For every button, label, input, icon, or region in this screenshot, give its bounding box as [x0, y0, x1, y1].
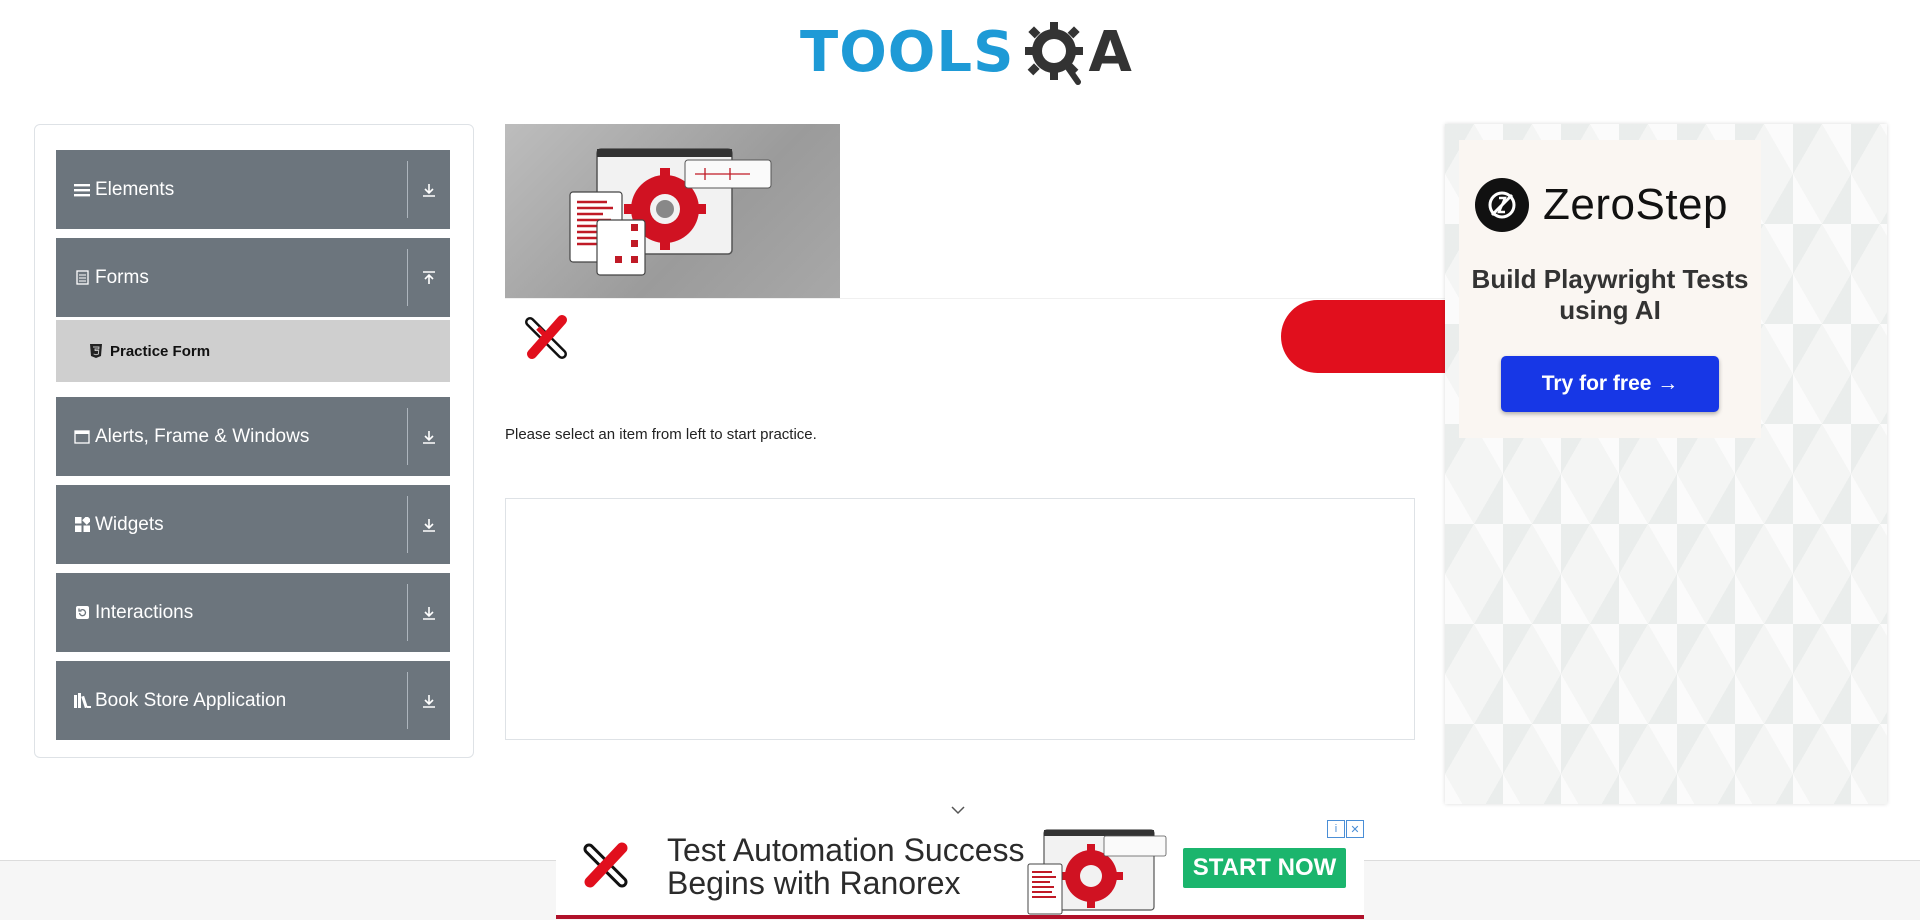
nav-group-label: Forms [95, 266, 149, 288]
nav-group-label: Book Store Application [95, 689, 287, 711]
headline-line-2: Begins with Ranorex [667, 865, 961, 901]
document-icon [73, 269, 91, 287]
zerostep-name: ZeroStep [1543, 180, 1728, 229]
chevron-down-icon[interactable] [950, 804, 966, 816]
practice-prompt-text: Please select an item from left to start… [505, 426, 817, 443]
headline-line-1: Test Automation Success [667, 832, 1025, 868]
automation-gear-illustration [569, 148, 772, 276]
submenu-item-practice-form[interactable]: Practice Form [56, 320, 450, 382]
bottom-banner-ad[interactable]: Test Automation Success Begins with Rano… [556, 820, 1364, 919]
toolsqa-logo[interactable]: TOOLS A [800, 14, 1132, 92]
divider [505, 298, 1445, 299]
nav-group-book-store[interactable]: Book Store Application [56, 661, 450, 740]
ad-choices-controls[interactable]: i ✕ [1326, 820, 1364, 838]
nav-group-label: Interactions [95, 601, 194, 623]
nav-group-label: Alerts, Frame & Windows [95, 425, 310, 447]
banner-ad-image[interactable] [505, 124, 840, 299]
ranorex-logo-icon [583, 842, 628, 888]
nav-group-forms[interactable]: Forms [56, 238, 450, 317]
ranorex-small-logo[interactable] [522, 314, 572, 362]
right-sidebar-ad[interactable]: ZeroStep Build Playwright Tests using AI… [1445, 124, 1887, 804]
books-icon [73, 692, 91, 710]
zerostep-ad-card[interactable]: ZeroStep Build Playwright Tests using AI… [1459, 140, 1761, 438]
download-arrow-icon[interactable] [407, 672, 450, 729]
left-nav-panel: Elements Forms Practice Form Alerts, Fra… [34, 124, 474, 758]
download-arrow-icon[interactable] [407, 496, 450, 553]
nav-group-label: Elements [95, 178, 175, 200]
nav-group-interactions[interactable]: Interactions [56, 573, 450, 652]
nav-group-widgets[interactable]: Widgets [56, 485, 450, 564]
ranorex-gear-art [1027, 829, 1167, 915]
logo-text-a: A [1088, 20, 1132, 85]
logo-text-tools: TOOLS [800, 20, 1015, 85]
html5-icon [90, 344, 104, 358]
submenu-item-label: Practice Form [110, 342, 211, 360]
info-icon[interactable]: i [1327, 820, 1345, 838]
zerostep-logo-icon [1475, 178, 1529, 232]
close-icon[interactable]: ✕ [1346, 820, 1364, 838]
try-for-free-button[interactable]: Try for free → [1501, 356, 1719, 412]
ranorex-cta-shape[interactable] [1281, 300, 1451, 373]
start-now-button[interactable]: START NOW [1183, 848, 1346, 888]
zerostep-brand: ZeroStep [1475, 178, 1728, 232]
nav-group-alerts[interactable]: Alerts, Frame & Windows [56, 397, 450, 476]
window-icon [73, 428, 91, 446]
upload-arrow-icon[interactable] [407, 249, 450, 306]
list-icon [73, 181, 91, 199]
refresh-icon [73, 604, 91, 622]
bottom-ad-headline: Test Automation Success Begins with Rano… [667, 834, 1025, 900]
download-arrow-icon[interactable] [407, 408, 450, 465]
gear-magnifier-icon [1025, 22, 1084, 85]
nav-group-label: Widgets [95, 513, 164, 535]
download-arrow-icon[interactable] [407, 161, 450, 218]
practice-content-area [505, 498, 1415, 740]
nav-group-elements[interactable]: Elements [56, 150, 450, 229]
logo-qa-mark: A [1022, 18, 1132, 88]
grid-icon [73, 516, 91, 534]
download-arrow-icon[interactable] [407, 584, 450, 641]
zerostep-tagline: Build Playwright Tests using AI [1471, 264, 1749, 325]
